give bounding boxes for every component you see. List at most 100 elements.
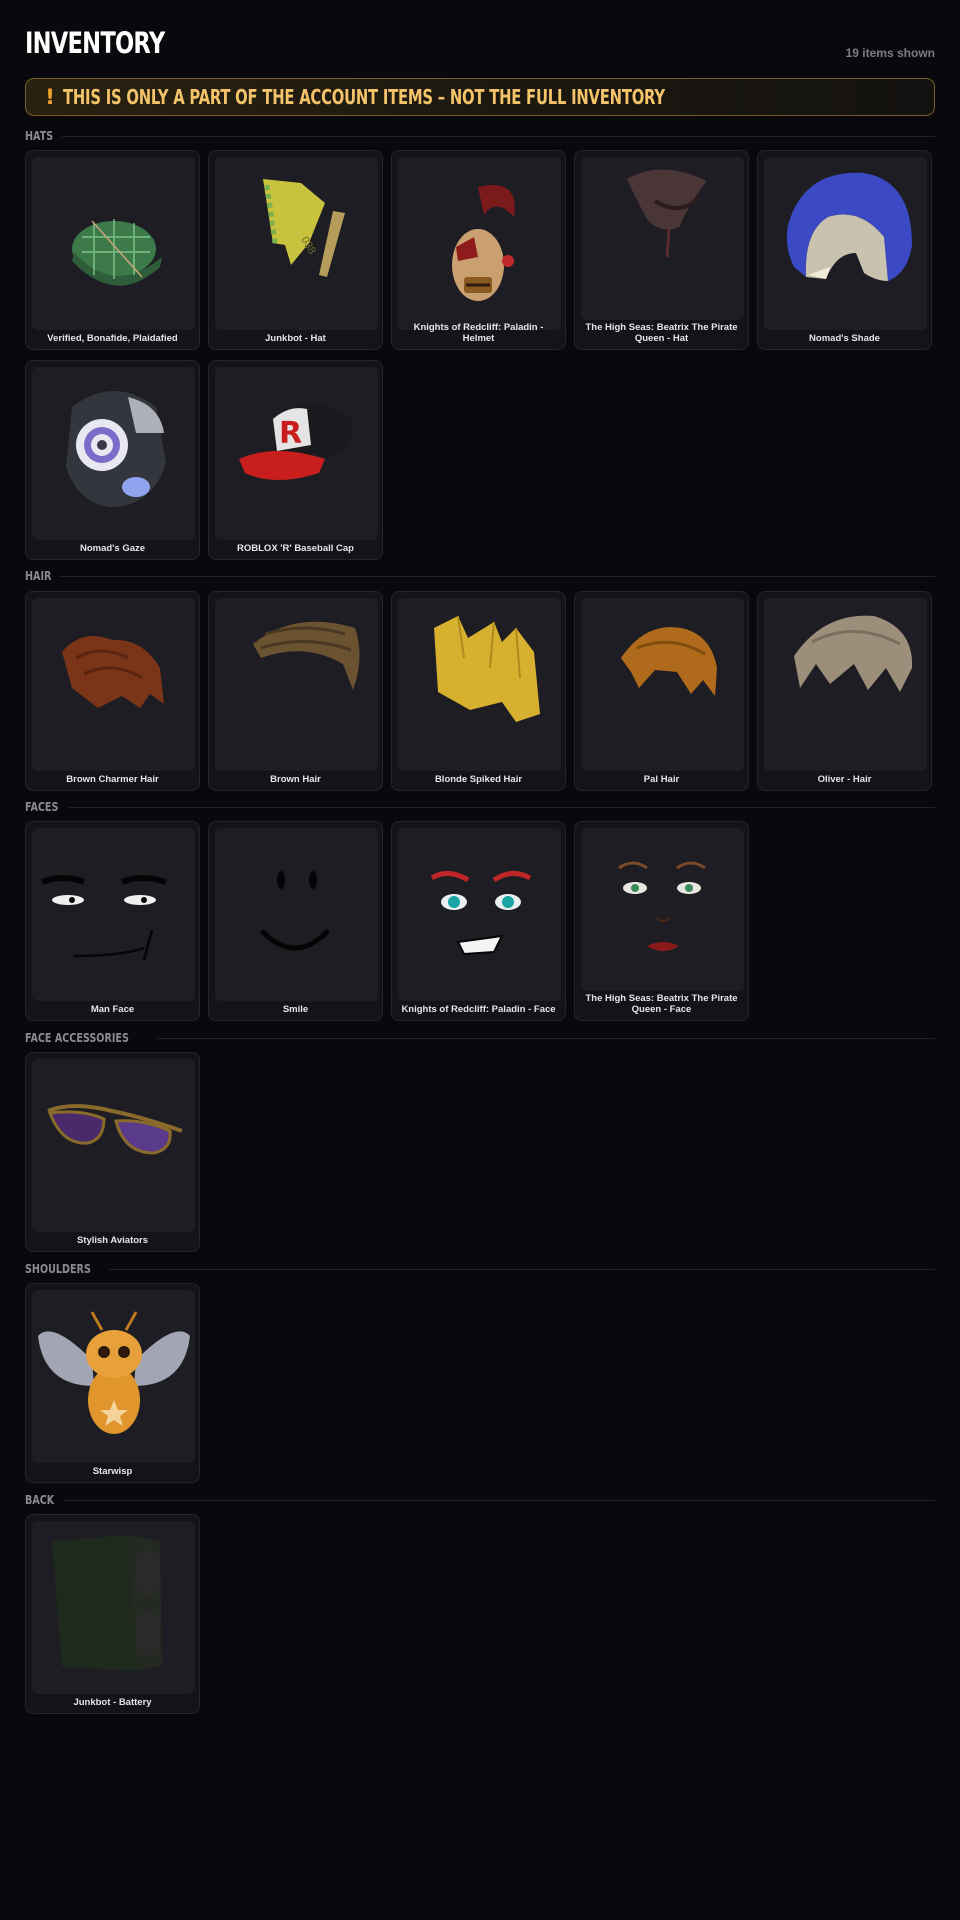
item-card[interactable]: Smile [208, 821, 383, 1021]
item-card[interactable]: The High Seas: Beatrix The Pirate Queen … [574, 821, 749, 1021]
item-name: The High Seas: Beatrix The Pirate Queen … [585, 993, 738, 1015]
item-card[interactable]: R ROBLOX 'R' Baseball Cap [208, 360, 383, 560]
item-thumbnail [764, 157, 927, 330]
item-thumbnail [32, 157, 195, 330]
section-title: BACK [25, 1493, 55, 1507]
item-thumbnail [398, 157, 561, 330]
item-thumbnail [32, 1290, 195, 1463]
item-name: Junkbot - Battery [73, 1697, 152, 1708]
item-name: Oliver - Hair [817, 774, 872, 785]
item-name: Brown Hair [270, 774, 321, 785]
section-divider [68, 806, 935, 808]
roblox-cap-image: R [239, 403, 354, 480]
item-thumbnail [32, 1521, 195, 1694]
item-name: Knights of Redcliff: Paladin - Helmet [413, 322, 544, 344]
item-thumbnail [32, 367, 195, 540]
item-card[interactable]: Nomad's Gaze [25, 360, 200, 560]
section-divider [109, 1268, 935, 1270]
paladin-helmet-image [452, 185, 515, 301]
item-name: ROBLOX 'R' Baseball Cap [237, 543, 354, 554]
pirate-hat-image [627, 169, 707, 258]
paladin-face-image [430, 871, 532, 956]
section-title: HATS [25, 129, 54, 143]
pal-hair-image [621, 627, 717, 696]
item-card[interactable]: Junkbot - Battery [25, 1514, 200, 1714]
item-card[interactable]: Starwisp [25, 1283, 200, 1483]
blonde-spiked-hair-image [434, 615, 540, 722]
svg-text:038: 038 [298, 235, 318, 257]
item-name: Man Face [90, 1004, 135, 1015]
item-thumbnail [32, 1059, 195, 1232]
item-thumbnail [398, 598, 561, 771]
section-header-faces: FACES [25, 799, 935, 815]
brown-hair-image [253, 621, 360, 690]
page-title: INVENTORY [25, 26, 165, 60]
item-card[interactable]: Nomad's Shade [757, 150, 932, 350]
item-card[interactable]: Verified, Bonafide, Plaidafied [25, 150, 200, 350]
section-header-hair: HAIR [25, 568, 935, 584]
aviators-image [47, 1104, 183, 1155]
section-header-face-accessories: FACE ACCESSORIES [25, 1030, 935, 1046]
item-name: Smile [282, 1004, 309, 1015]
item-thumbnail [32, 828, 195, 1001]
item-card[interactable]: Pal Hair [574, 591, 749, 791]
section-header-shoulders: SHOULDERS [25, 1261, 935, 1277]
section-header-back: BACK [25, 1492, 935, 1508]
junkbot-hat-image: 038 [263, 179, 345, 277]
item-thumbnail [581, 157, 744, 320]
section-title: HAIR [25, 569, 52, 583]
warning-banner: ! THIS IS ONLY A PART OF THE ACCOUNT ITE… [25, 78, 935, 116]
item-thumbnail [215, 828, 378, 1001]
items-count: 19 items shown [845, 46, 935, 60]
item-name: Starwisp [92, 1466, 133, 1477]
warning-text: THIS IS ONLY A PART OF THE ACCOUNT ITEMS… [63, 85, 665, 109]
item-name: Brown Charmer Hair [66, 774, 159, 785]
section-divider [63, 1499, 935, 1501]
item-thumbnail [398, 828, 561, 1001]
item-card[interactable]: 038 Junkbot - Hat [208, 150, 383, 350]
item-thumbnail [581, 828, 744, 991]
item-name: The High Seas: Beatrix The Pirate Queen … [585, 322, 738, 344]
oliver-hair-image [794, 615, 913, 692]
junkbot-battery-image [52, 1535, 162, 1671]
section-divider [60, 575, 935, 577]
item-thumbnail [581, 598, 744, 771]
item-card[interactable]: Knights of Redcliff: Paladin - Helmet [391, 150, 566, 350]
item-name: Blonde Spiked Hair [434, 774, 523, 785]
item-card[interactable]: Oliver - Hair [757, 591, 932, 791]
item-name: Nomad's Shade [809, 333, 880, 344]
item-card[interactable]: Knights of Redcliff: Paladin - Face [391, 821, 566, 1021]
item-thumbnail: 038 [215, 157, 378, 330]
nomad-gaze-image [66, 391, 166, 507]
brown-charmer-hair-image [62, 636, 164, 708]
nomad-shade-image [786, 172, 912, 281]
starwisp-image [38, 1311, 190, 1434]
header: INVENTORY 19 items shown [25, 22, 935, 66]
section-header-hats: HATS [25, 128, 935, 144]
plaid-cap-image [72, 219, 162, 286]
inventory-page: INVENTORY 19 items shown ! THIS IS ONLY … [0, 0, 960, 1920]
pirate-queen-face-image [618, 861, 706, 951]
item-name: Verified, Bonafide, Plaidafied [47, 333, 178, 344]
item-card[interactable]: Stylish Aviators [25, 1052, 200, 1252]
item-card[interactable]: Brown Hair [208, 591, 383, 791]
item-name: Stylish Aviators [76, 1235, 149, 1246]
item-card[interactable]: Brown Charmer Hair [25, 591, 200, 791]
item-name: Nomad's Gaze [79, 543, 146, 554]
smile-face-image [260, 871, 330, 951]
exclamation-icon: ! [45, 85, 55, 109]
section-title: FACE ACCESSORIES [25, 1031, 129, 1045]
section-title: SHOULDERS [25, 1262, 91, 1276]
item-card[interactable]: Blonde Spiked Hair [391, 591, 566, 791]
svg-text:R: R [279, 416, 302, 451]
item-thumbnail [215, 598, 378, 771]
item-card[interactable]: The High Seas: Beatrix The Pirate Queen … [574, 150, 749, 350]
section-divider [156, 1037, 935, 1039]
item-card[interactable]: Man Face [25, 821, 200, 1021]
man-face-image [40, 875, 167, 961]
section-title: FACES [25, 800, 59, 814]
item-name: Pal Hair [643, 774, 680, 785]
item-thumbnail: R [215, 367, 378, 540]
item-thumbnail [32, 598, 195, 771]
item-thumbnail [764, 598, 927, 771]
